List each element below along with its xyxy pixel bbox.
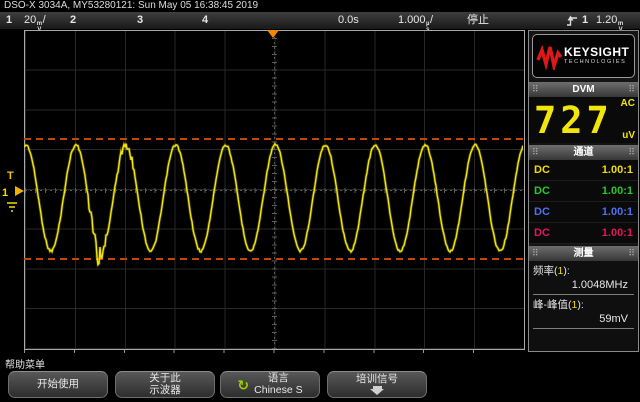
ground-marker-icon [7, 202, 17, 212]
grip-icon: ⠿ [532, 248, 539, 258]
channel-1-scale-value: 20 [24, 14, 37, 26]
softkey-language-value: Chinese S [254, 383, 303, 396]
measurement-frequency-value: 1.0048MHz [533, 278, 634, 295]
sidebar: KEYSIGHT TECHNOLOGIES ⠿ DVM ⠿ 727 AC uV … [528, 30, 639, 352]
softkey-language[interactable]: ↻ 语言 Chinese S [220, 371, 320, 398]
channel-1-scale[interactable]: 20mV/ [24, 13, 46, 32]
edge-trigger-icon [567, 15, 577, 26]
channels-panel-title: 通道 [573, 147, 594, 158]
channel-3-coupling: DC [534, 206, 550, 218]
softkey-getting-started-label: 开始使用 [37, 377, 79, 390]
channel-2-button[interactable]: 2 [70, 13, 76, 28]
trigger-source-readout: 1 [582, 14, 589, 26]
brand-subtitle: TECHNOLOGIES [564, 59, 627, 65]
grip-icon: ⠿ [628, 248, 635, 258]
softkey-getting-started[interactable]: 开始使用 [8, 371, 108, 398]
channel-3-button[interactable]: 3 [137, 13, 143, 28]
channel-3-row: DC 1.00:1 [529, 202, 638, 223]
softkey-about-line2: 示波器 [149, 383, 181, 396]
measurement-vpp-label-end: ): [577, 299, 584, 311]
measure-panel-title: 测量 [573, 248, 594, 259]
channel-2-coupling: DC [534, 185, 550, 197]
channel-2-probe-ratio: 1.00:1 [601, 185, 633, 197]
dvm-unit: uV [622, 130, 635, 141]
softkey-about-oscilloscope[interactable]: 关于此 示波器 [115, 371, 215, 398]
softkey-training-signals-label: 培训信号 [356, 372, 398, 385]
keysight-logo-icon [536, 44, 562, 70]
channel-1-row: DC 1.00:1 [529, 160, 638, 181]
channel-4-button[interactable]: 4 [202, 13, 208, 28]
status-line: DSO-X 3034A, MY53280121: Sun May 05 16:3… [4, 0, 259, 11]
measurement-list: 频率(1): 1.0048MHz 峰-峰值(1): 59mV [529, 261, 638, 351]
dvm-mode: AC [620, 98, 635, 109]
oscilloscope-screen: DSO-X 3034A, MY53280121: Sun May 05 16:3… [0, 0, 640, 402]
dvm-display: 727 AC uV [529, 97, 638, 143]
softkey-menu-title: 帮助菜单 [5, 360, 45, 371]
horizontal-delay-readout[interactable]: 0.0s [338, 13, 359, 28]
channel-4-coupling: DC [534, 227, 550, 239]
down-arrow-icon [370, 385, 384, 396]
softkey-training-signals[interactable]: 培训信号 [327, 371, 427, 398]
channel-1-scale-suffix: / [42, 14, 46, 26]
trigger-level-label: T [7, 170, 14, 182]
channel-1-probe-ratio: 1.00:1 [601, 164, 633, 176]
channel-1-ground-label: 1 [2, 187, 9, 199]
trigger-level-value: 1.20 [596, 14, 618, 26]
measurement-vpp-label: 峰-峰值( [533, 299, 572, 311]
grip-icon: ⠿ [532, 147, 539, 157]
channel-1-button[interactable]: 1 [6, 13, 12, 28]
softkey-about-line1: 关于此 [149, 372, 181, 384]
softkey-language-label: 语言 [267, 372, 289, 384]
timebase-readout[interactable]: 1.000µs/ [398, 13, 434, 32]
channels-panel-header[interactable]: ⠿ 通道 ⠿ [529, 145, 638, 160]
measurement-frequency-label: 频率( [533, 265, 558, 277]
cycle-icon: ↻ [237, 376, 250, 393]
dvm-panel-header[interactable]: ⠿ DVM ⠿ [529, 82, 638, 97]
run-state-indicator: 停止 [467, 14, 489, 26]
measurement-vpp: 峰-峰值(1): 59mV [533, 298, 634, 329]
channel-4-row: DC 1.00:1 [529, 223, 638, 244]
channel-4-probe-ratio: 1.00:1 [601, 227, 633, 239]
waveform-ch1 [24, 140, 523, 268]
grip-icon: ⠿ [628, 84, 635, 94]
timebase-value: 1.000 [398, 14, 426, 26]
toolbar: 1 20mV/ 2 3 4 0.0s 1.000µs/ 停止 1 1.20mV [0, 12, 640, 32]
dvm-panel-title: DVM [572, 84, 595, 95]
channel-1-coupling: DC [534, 164, 550, 176]
measure-panel-header[interactable]: ⠿ 测量 ⠿ [529, 246, 638, 261]
trigger-level-readout[interactable]: 1.20mV [596, 13, 624, 32]
channel-3-probe-ratio: 1.00:1 [601, 206, 633, 218]
trigger-level-marker[interactable] [15, 186, 24, 196]
measurement-frequency: 频率(1): 1.0048MHz [533, 264, 634, 295]
dvm-value: 727 [534, 99, 613, 142]
brand-name: KEYSIGHT [564, 45, 630, 59]
graticule-bottom-ticks [24, 350, 523, 353]
measurement-frequency-label-end: ): [563, 265, 570, 277]
trigger-time-marker[interactable] [267, 30, 279, 38]
channel-2-row: DC 1.00:1 [529, 181, 638, 202]
grip-icon: ⠿ [532, 84, 539, 94]
timebase-suffix: / [430, 14, 434, 26]
measurement-vpp-value: 59mV [533, 312, 634, 329]
keysight-logo: KEYSIGHT TECHNOLOGIES [532, 34, 635, 78]
channel-list: DC 1.00:1 DC 1.00:1 DC 1.00:1 DC 1.00:1 [529, 160, 638, 244]
grip-icon: ⠿ [628, 147, 635, 157]
